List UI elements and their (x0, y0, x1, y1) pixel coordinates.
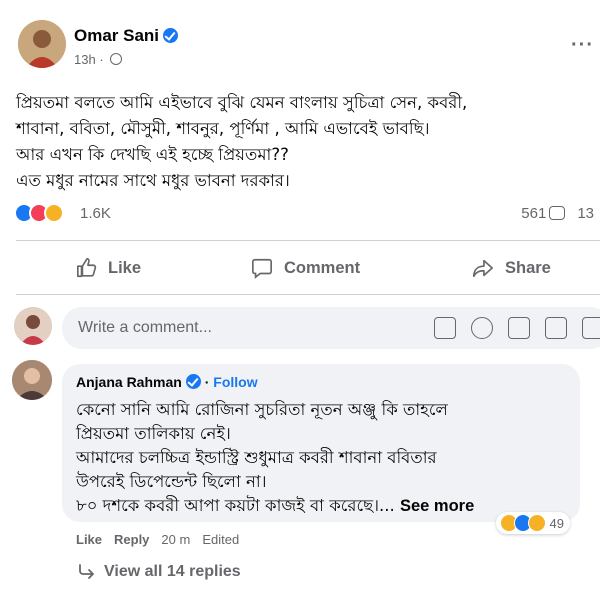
comment-line: কেনো সানি আমি রোজিনা সুচরিতা নূতন অঞ্জু … (76, 400, 448, 419)
comment-label[interactable]: Comment (284, 259, 360, 278)
like-button[interactable]: Like (76, 250, 141, 286)
post-line: আর এখন কি দেখছি এই হচ্ছে প্রিয়তমা?? (16, 145, 289, 164)
more-options-icon[interactable]: ··· (571, 34, 594, 57)
avatar-sticker-icon[interactable] (434, 317, 456, 339)
comment-line: প্রিয়তমা তালিকায় নেই। (76, 424, 231, 443)
commenter-avatar[interactable] (12, 360, 52, 400)
view-replies-link[interactable]: View all 14 replies (78, 563, 241, 581)
post-line: প্রিয়তমা বলতে আমি এইভাবে বুঝি যেমন বাংল… (16, 93, 468, 112)
comment-reactions[interactable]: 49 (495, 512, 570, 534)
comment-text: কেনো সানি আমি রোজিনা সুচরিতা নূতন অঞ্জু … (76, 398, 576, 518)
comment-input[interactable]: Write a comment... (62, 307, 600, 349)
user-avatar[interactable] (14, 307, 52, 345)
like-label[interactable]: Like (108, 259, 141, 278)
haha-reaction-icon (44, 203, 64, 223)
comment-line-text: ৮০ দশকে কবরী আপা কয়টা কাজই বা করেছে।... (76, 496, 395, 515)
author-name[interactable]: Omar Sani (74, 26, 179, 46)
comment-icon (252, 258, 272, 279)
post-actions: Like Comment Share (0, 250, 600, 286)
comment-reply-button[interactable]: Reply (114, 532, 149, 547)
comments-count[interactable]: 561 (521, 205, 546, 222)
globe-icon (110, 53, 123, 65)
post-line: এত মধুর নামের সাথে মধুর ভাবনা দরকার। (16, 171, 290, 190)
verified-badge-icon (185, 374, 201, 389)
sticker-icon[interactable] (582, 317, 600, 339)
post-text: প্রিয়তমা বলতে আমি এইভাবে বুঝি যেমন বাংল… (16, 90, 594, 194)
view-replies-label[interactable]: View all 14 replies (104, 563, 241, 581)
share-label[interactable]: Share (505, 259, 551, 278)
commenter-photo (12, 360, 52, 400)
verified-badge-icon (163, 28, 179, 43)
comment-like-button[interactable]: Like (76, 532, 102, 547)
divider (16, 240, 600, 241)
comment-bubble: Anjana Rahman · Follow কেনো সানি আমি রোজ… (62, 364, 580, 534)
commenter-name[interactable]: Anjana Rahman (76, 374, 182, 390)
see-more-link[interactable]: See more (400, 497, 474, 515)
sad-reaction-icon (527, 514, 546, 532)
post-header: Omar Sani 13h · ··· (12, 20, 600, 76)
shares-count[interactable]: 13 (577, 205, 594, 222)
comment-actions: Like Reply 20 m Edited (76, 532, 239, 547)
emoji-icon[interactable] (471, 317, 493, 339)
follow-button[interactable]: Follow (213, 374, 257, 390)
camera-icon[interactable] (508, 317, 530, 339)
user-photo (14, 307, 52, 345)
author-photo (18, 20, 66, 68)
share-icon (473, 259, 493, 278)
reactions-count[interactable]: 1.6K (80, 205, 111, 222)
comment-button[interactable]: Comment (250, 250, 360, 286)
edited-label: Edited (202, 532, 240, 547)
share-button[interactable]: Share (471, 250, 551, 286)
comment-line: আমাদের চলচ্চিত্র ইন্ডাস্ট্রি শুধুমাত্র ক… (76, 448, 437, 467)
author-avatar[interactable] (18, 20, 66, 68)
author-name-text[interactable]: Omar Sani (74, 26, 159, 45)
gif-icon[interactable] (545, 317, 567, 339)
comment-time[interactable]: 20 m (161, 532, 190, 547)
divider (16, 294, 600, 295)
post-meta: 13h · (74, 52, 123, 67)
comment-line: উপরেই ডিপেন্ডেন্ট ছিলো না। (76, 472, 267, 491)
reply-arrow-icon (79, 564, 94, 579)
post-line: শাবানা, ববিতা, মৌসুমী, শাবনুর, পূর্ণিমা … (16, 119, 430, 138)
composer-tools (434, 317, 600, 339)
engagement-counts: 561 13 (521, 205, 594, 222)
comment-header: Anjana Rahman · Follow (76, 374, 258, 390)
thumbs-up-icon (77, 258, 97, 278)
comment-reactions-count: 49 (549, 515, 564, 531)
comment-count-icon (549, 206, 566, 220)
comment-placeholder: Write a comment... (78, 319, 212, 336)
post-time[interactable]: 13h (74, 52, 96, 67)
separator-dot: · (200, 374, 214, 390)
